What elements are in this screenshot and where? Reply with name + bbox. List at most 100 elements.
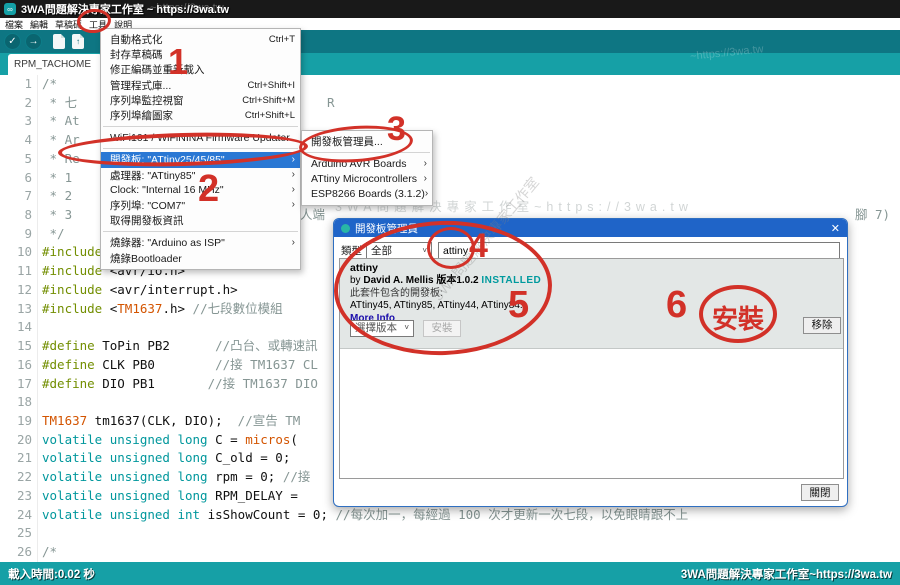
dialog-filter-row: 類型 全部 ˅ <box>341 242 840 259</box>
line-number: 14 <box>4 318 32 337</box>
app-icon: ∞ <box>4 3 16 15</box>
menu-sketch[interactable]: 草稿碼 <box>52 17 85 32</box>
dialog-app-icon <box>341 224 350 233</box>
line-number: 6 <box>4 169 32 188</box>
open-sketch-button[interactable]: ↑ <box>72 34 84 49</box>
menu-item-board-info[interactable]: 取得開發板資訊 <box>101 213 300 228</box>
chevron-down-icon: ˅ <box>400 323 409 334</box>
new-sketch-button[interactable] <box>53 34 65 49</box>
menu-item-attiny-microcontrollers[interactable]: ATtiny Microcontrollers› <box>302 171 432 186</box>
line-number: 2 <box>4 94 32 113</box>
line-number: 13 <box>4 300 32 319</box>
submenu-arrow-icon: › <box>425 189 428 199</box>
verify-button[interactable]: ✓ <box>4 33 21 50</box>
type-filter-select[interactable]: 全部 ˅ <box>366 242 432 259</box>
dialog-title-bar: 開發板管理員 ✕ <box>334 219 847 237</box>
code-line-2: 2 * 七 <box>0 94 77 113</box>
package-controls: 選擇版本 ˅ 安裝 <box>350 318 461 337</box>
remove-button[interactable]: 移除 <box>803 317 841 334</box>
tools-menu-dropdown: 自動格式化Ctrl+T封存草稿碼修正編碼並重新載入管理程式庫...Ctrl+Sh… <box>100 28 301 270</box>
menu-item-processor-select[interactable]: 處理器: "ATtiny85"› <box>101 168 300 183</box>
menu-item-port-select[interactable]: 序列埠: "COM7"› <box>101 198 300 213</box>
board-submenu: 開發板管理員... Arduino AVR Boards›ATtiny Micro… <box>301 130 433 206</box>
line-number: 3 <box>4 112 32 131</box>
close-button[interactable]: 關閉 <box>801 484 839 501</box>
code-line-17: 17#define DIO PB1 //接 TM1637 DIO <box>0 375 318 394</box>
code-line-19: 19TM1637 tm1637(CLK, DIO); //宣告 TM <box>0 412 300 431</box>
package-description: 此套件包含的開發板: <box>350 289 833 300</box>
line-number: 4 <box>4 131 32 150</box>
line-number: 15 <box>4 337 32 356</box>
package-board-list: ATtiny45, ATtiny85, ATtiny44, ATtiny84. <box>350 301 833 312</box>
menu-item-board-select[interactable]: 開發板: "ATtiny25/45/85"› <box>101 152 300 167</box>
line-number: 10 <box>4 243 32 262</box>
menu-item-boards-manager[interactable]: 開發板管理員... <box>302 134 432 149</box>
submenu-arrow-icon: › <box>292 170 295 180</box>
line-number: 20 <box>4 431 32 450</box>
code-fragment: 人端 <box>300 206 325 225</box>
status-bar-site-label: 3WA問題解決專家工作室~https://3wa.tw <box>681 566 892 582</box>
menu-item-fix-encoding[interactable]: 修正編碼並重新載入 <box>101 62 300 77</box>
upload-button[interactable]: → <box>25 33 42 50</box>
menu-item-serial-plotter[interactable]: 序列埠繪圖家Ctrl+Shift+L <box>101 108 300 123</box>
tab-rpm-tachometer[interactable]: RPM_TACHOME <box>8 54 102 75</box>
menu-item-serial-monitor[interactable]: 序列埠監控視窗Ctrl+Shift+M <box>101 93 300 108</box>
arduino-ide-window: ∞ 3WA問題解決專家工作室 ~ https://3wa.tw 檔案編輯草稿碼工… <box>0 0 900 585</box>
menu-item-archive-sketch[interactable]: 封存草稿碼 <box>101 47 300 62</box>
code-line-4: 4 * Ar <box>0 131 80 150</box>
menu-file[interactable]: 檔案 <box>2 17 26 32</box>
version-select[interactable]: 選擇版本 ˅ <box>350 320 414 337</box>
line-number: 16 <box>4 356 32 375</box>
code-line-25: 25 <box>0 524 42 543</box>
menu-separator <box>103 126 298 127</box>
code-line-12: 12#include <avr/interrupt.h> <box>0 281 238 300</box>
type-filter-label: 類型 <box>341 243 362 258</box>
line-number: 11 <box>4 262 32 281</box>
menu-item-esp8266-boards[interactable]: ESP8266 Boards (3.1.2)› <box>302 187 432 202</box>
line-number: 22 <box>4 468 32 487</box>
submenu-arrow-icon: › <box>292 200 295 210</box>
menu-edit[interactable]: 編輯 <box>27 17 51 32</box>
line-number: 17 <box>4 375 32 394</box>
boards-manager-dialog: 開發板管理員 ✕ 類型 全部 ˅ attiny by David A. Mell… <box>333 218 848 507</box>
menu-item-auto-format[interactable]: 自動格式化Ctrl+T <box>101 32 300 47</box>
code-line-16: 16#define CLK PB0 //接 TM1637 CL <box>0 356 318 375</box>
menu-item-burn-bootloader[interactable]: 燒錄Bootloader <box>101 250 300 265</box>
package-name: attiny <box>350 263 833 274</box>
code-line-20: 20volatile unsigned long C = micros( <box>0 431 298 450</box>
code-fragment: R <box>327 94 335 113</box>
search-input[interactable] <box>438 242 840 259</box>
submenu-arrow-icon: › <box>424 159 427 169</box>
code-line-21: 21volatile unsigned long C_old = 0; <box>0 449 298 468</box>
package-author: David A. Mellis <box>363 275 433 286</box>
install-button[interactable]: 安裝 <box>423 320 461 337</box>
code-line-23: 23volatile unsigned long RPM_DELAY = <box>0 487 305 506</box>
code-line-5: 5 * Re <box>0 150 80 169</box>
line-number: 24 <box>4 506 32 525</box>
menu-item-clock-select[interactable]: Clock: "Internal 16 MHz"› <box>101 183 300 198</box>
code-line-6: 6 * 1 <box>0 169 72 188</box>
menu-item-wifi-updater[interactable]: WiFi101 / WiFiNINA Firmware Updater <box>101 130 300 145</box>
menu-item-arduino-avr-boards[interactable]: Arduino AVR Boards› <box>302 156 432 171</box>
menu-item-programmer-select[interactable]: 燒錄器: "Arduino as ISP"› <box>101 235 300 250</box>
code-line-7: 7 * 2 <box>0 187 72 206</box>
line-number: 21 <box>4 449 32 468</box>
code-line-3: 3 * At <box>0 112 80 131</box>
status-bar: 載入時間:0.02 秒 3WA問題解決專家工作室~https://3wa.tw <box>0 562 900 585</box>
code-line-9: 9 */ <box>0 225 65 244</box>
arrow-up-icon: ↑ <box>76 37 80 46</box>
close-icon[interactable]: ✕ <box>831 222 840 235</box>
code-line-22: 22volatile unsigned long rpm = 0; //接 <box>0 468 310 487</box>
code-line-24: 24volatile unsigned int isShowCount = 0;… <box>0 506 688 525</box>
line-number: 23 <box>4 487 32 506</box>
line-number: 5 <box>4 150 32 169</box>
menu-separator <box>304 152 430 153</box>
code-line-15: 15#define ToPin PB2 //凸台、或轉速訊 <box>0 337 318 356</box>
attiny-package-entry[interactable]: attiny by David A. Mellis 版本1.0.2 INSTAL… <box>340 259 843 349</box>
code-line-13: 13#include <TM1637.h> //七段數位模組 <box>0 300 283 319</box>
window-title: 3WA問題解決專家工作室 ~ https://3wa.tw <box>21 1 229 17</box>
load-time-status: 載入時間:0.02 秒 <box>8 566 95 582</box>
menu-item-manage-libraries[interactable]: 管理程式庫...Ctrl+Shift+I <box>101 78 300 93</box>
line-number: 7 <box>4 187 32 206</box>
line-number: 26 <box>4 543 32 562</box>
